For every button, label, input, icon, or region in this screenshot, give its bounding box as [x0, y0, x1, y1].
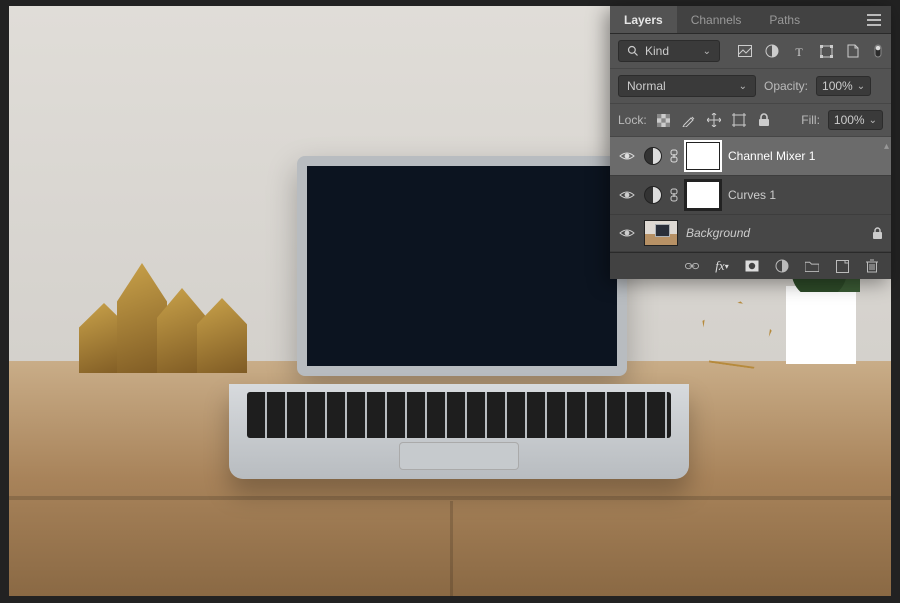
new-adjustment-layer-icon[interactable] — [775, 259, 789, 273]
photo-brass-holder — [79, 258, 269, 373]
layer-style-fx-icon[interactable]: fx▾ — [715, 259, 729, 273]
svg-text:T: T — [795, 45, 803, 57]
link-layers-icon[interactable] — [685, 259, 699, 273]
search-icon — [627, 45, 639, 57]
adjustment-layer-icon — [644, 186, 662, 204]
filter-type-text-icon[interactable]: T — [792, 44, 806, 58]
mask-link-icon[interactable] — [670, 188, 678, 202]
layers-panel: Layers Channels Paths Kind ⌄ T — [610, 6, 891, 279]
add-mask-icon[interactable] — [745, 259, 759, 273]
opacity-value: 100% — [822, 79, 853, 93]
tab-channels[interactable]: Channels — [677, 6, 756, 33]
layer-mask-thumbnail[interactable] — [686, 142, 720, 170]
chevron-down-icon: ⌄ — [869, 115, 877, 126]
opacity-input[interactable]: 100% ⌄ — [816, 76, 871, 96]
blend-mode-value: Normal — [627, 79, 666, 93]
layer-mask-thumbnail[interactable] — [686, 181, 720, 209]
layer-name[interactable]: Channel Mixer 1 — [728, 149, 883, 163]
layer-row-background[interactable]: Background — [610, 215, 891, 252]
lock-artboard-icon[interactable] — [732, 113, 746, 127]
photo-laptop-base — [229, 384, 689, 479]
lock-label: Lock: — [618, 113, 647, 127]
filter-pixel-icon[interactable] — [738, 44, 752, 58]
photo-planter — [786, 286, 856, 364]
visibility-toggle[interactable] — [618, 147, 636, 165]
layer-row-curves[interactable]: Curves 1 — [610, 176, 891, 215]
fill-label: Fill: — [801, 113, 820, 127]
layer-lock-icon[interactable] — [872, 227, 883, 240]
photo-laptop-keys — [247, 392, 671, 438]
lock-position-icon[interactable] — [707, 113, 721, 127]
panel-footer: fx▾ — [610, 252, 891, 279]
filter-adjustment-icon[interactable] — [765, 44, 779, 58]
chevron-down-icon: ⌄ — [703, 46, 711, 57]
new-group-icon[interactable] — [805, 259, 819, 273]
tab-layers[interactable]: Layers — [610, 6, 677, 33]
fill-value: 100% — [834, 113, 865, 127]
photo-laptop-trackpad — [399, 442, 519, 470]
filter-kind-label: Kind — [645, 44, 669, 58]
lock-transparency-icon[interactable] — [657, 113, 671, 127]
layer-filter-row: Kind ⌄ T — [610, 34, 891, 69]
tab-paths[interactable]: Paths — [755, 6, 814, 33]
chevron-down-icon: ⌄ — [857, 81, 865, 92]
blend-opacity-row: Normal ⌄ Opacity: 100% ⌄ — [610, 69, 891, 104]
lock-fill-row: Lock: Fill: — [610, 104, 891, 137]
visibility-toggle[interactable] — [618, 224, 636, 242]
layer-list: Channel Mixer 1 ▴ Curves 1 Background — [610, 137, 891, 252]
visibility-toggle[interactable] — [618, 186, 636, 204]
filter-shape-icon[interactable] — [819, 44, 833, 58]
layer-row-channel-mixer[interactable]: Channel Mixer 1 ▴ — [610, 137, 891, 176]
layer-name[interactable]: Curves 1 — [728, 188, 883, 202]
filter-type-icons: T — [738, 44, 883, 58]
new-layer-icon[interactable] — [835, 259, 849, 273]
filter-smartobject-icon[interactable] — [846, 44, 860, 58]
fill-input[interactable]: 100% ⌄ — [828, 110, 883, 130]
filter-toggle-switch[interactable] — [873, 44, 883, 58]
filter-kind-dropdown[interactable]: Kind ⌄ — [618, 40, 720, 62]
blend-mode-dropdown[interactable]: Normal ⌄ — [618, 75, 756, 97]
lock-pixels-icon[interactable] — [682, 113, 696, 127]
layer-name[interactable]: Background — [686, 226, 864, 240]
opacity-label: Opacity: — [764, 79, 808, 93]
delete-layer-icon[interactable] — [865, 259, 879, 273]
panel-menu-button[interactable] — [857, 14, 891, 26]
lock-all-icon[interactable] — [757, 113, 771, 127]
adjustment-layer-icon — [644, 147, 662, 165]
photo-laptop-screen — [297, 156, 627, 376]
mask-link-icon[interactable] — [670, 149, 678, 163]
scroll-up-arrow[interactable]: ▴ — [884, 141, 889, 152]
layer-thumbnail[interactable] — [644, 220, 678, 246]
chevron-down-icon: ⌄ — [739, 81, 747, 92]
panel-tabs: Layers Channels Paths — [610, 6, 891, 34]
